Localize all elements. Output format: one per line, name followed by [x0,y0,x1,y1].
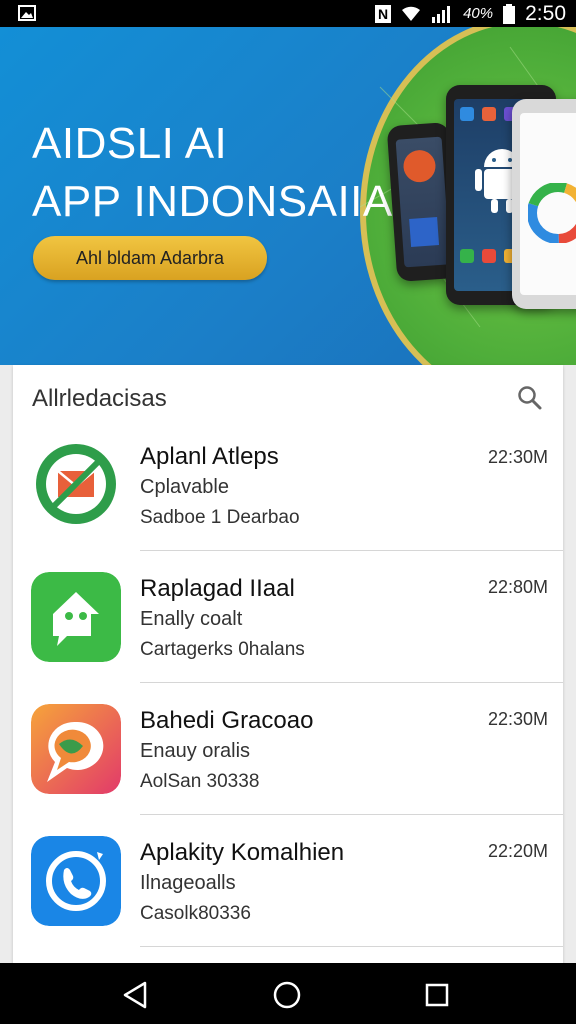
phone-call-icon [31,836,121,926]
status-time: 2:50 [525,1,566,25]
list-item[interactable]: Raplagad IIaal Enally coalt Cartagerks 0… [13,551,563,683]
list-item[interactable]: Bahedi Gracoao Enauy oralis AolSan 30338… [13,683,563,815]
phone-illustration-right [512,99,576,309]
mail-icon [36,444,116,524]
item-subtitle: Enauy oralis [140,740,251,762]
divider [140,946,563,947]
item-detail: AolSan 30338 [140,771,260,792]
item-name: Raplagad IIaal [140,575,295,602]
battery-percent: 40% [463,5,494,22]
list-item[interactable]: Aplakity Komalhien Ilnageoalls Casolk803… [13,815,563,947]
banner-title-line2: APP INDONSAIIA A [32,177,431,226]
recents-button[interactable] [417,975,457,1015]
speech-bubble-icon [31,704,121,794]
home-button[interactable] [267,975,307,1015]
item-subtitle: Ilnageoalls [140,872,236,894]
promo-banner[interactable]: AIDSLI AI APP INDONSAIIA A Ahl bldam Ada… [0,27,576,365]
pie-chart-icon [528,183,576,243]
home-circle-icon [273,981,301,1009]
item-time: 22:30M [487,447,548,467]
item-detail: Sadboe 1 Dearbao [140,507,300,528]
wifi-icon [402,6,421,21]
banner-title-line1: AIDSLI AI [32,119,228,168]
app-tile-icon [409,217,440,247]
nfc-icon: N [375,4,392,23]
battery-icon [503,3,516,24]
item-name: Aplanl Atleps [140,443,279,470]
signal-icon [432,5,451,23]
section-title: Allrledacisas [32,385,167,412]
app-list-card: Allrledacisas Aplanl Atleps Cplavable Sa… [13,365,563,965]
item-name: Bahedi Gracoao [140,707,314,734]
item-detail: Casolk80336 [140,903,251,924]
item-subtitle: Cplavable [140,476,229,498]
item-subtitle: Enally coalt [140,608,243,630]
item-time: 22:20M [487,841,548,861]
item-name: Aplakity Komalhien [140,839,345,866]
status-bar: N 40% 2:50 [0,0,576,27]
navigation-bar [0,963,576,1024]
back-triangle-icon [123,981,147,1009]
search-icon[interactable] [517,385,543,411]
chat-icon [31,572,121,662]
item-time: 22:80M [487,577,548,597]
tools-icon [402,149,437,184]
back-button[interactable] [116,975,156,1015]
banner-cta-button[interactable]: Ahl bldam Adarbra [33,236,267,280]
list-item[interactable]: Aplanl Atleps Cplavable Sadboe 1 Dearbao… [13,419,563,551]
gallery-icon [18,5,36,21]
item-detail: Cartagerks 0halans [140,639,305,660]
recents-square-icon [425,983,449,1007]
item-time: 22:30M [487,709,548,729]
